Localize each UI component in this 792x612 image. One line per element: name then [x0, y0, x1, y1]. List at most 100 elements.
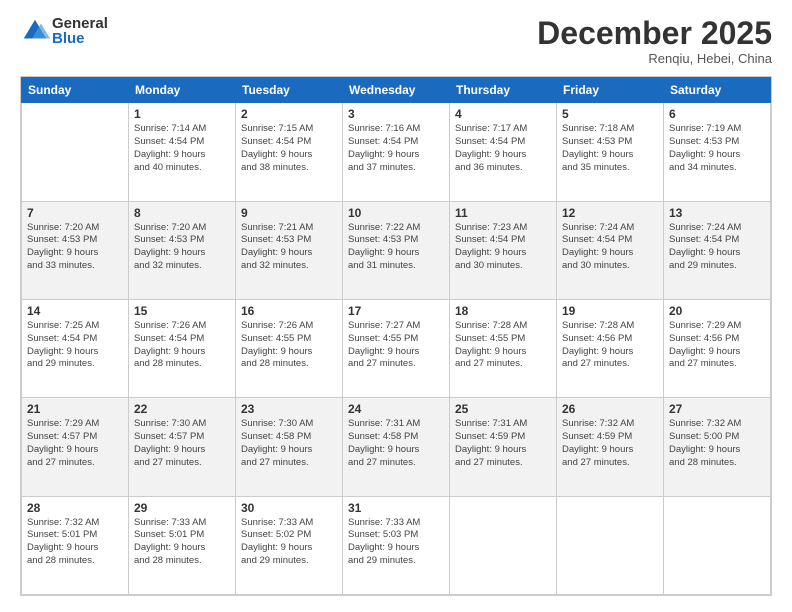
day-number: 5: [562, 107, 658, 121]
logo: General Blue: [20, 16, 108, 46]
table-row: 7 Sunrise: 7:20 AM Sunset: 4:53 PM Daylig…: [22, 201, 129, 299]
calendar-header-row: Sunday Monday Tuesday Wednesday Thursday…: [22, 78, 771, 103]
day-info: Sunrise: 7:29 AM Sunset: 4:57 PM Dayligh…: [27, 418, 123, 469]
table-row: 18 Sunrise: 7:28 AM Sunset: 4:55 PM Dayli…: [450, 299, 557, 397]
week-row-3: 14Sunrise: 7:25 AM Sunset: 4:54 PM Dayli…: [22, 299, 771, 397]
table-row: 20Sunrise: 7:29 AM Sunset: 4:56 PM Dayli…: [664, 299, 771, 397]
day-info: Sunrise: 7:29 AM Sunset: 4:56 PM Dayligh…: [669, 320, 765, 371]
logo-blue: Blue: [52, 31, 108, 46]
table-row: 17 Sunrise: 7:27 AM Sunset: 4:55 PM Dayli…: [343, 299, 450, 397]
table-row: 26 Sunrise: 7:32 AM Sunset: 4:59 PM Dayli…: [557, 398, 664, 496]
col-friday: Friday: [557, 78, 664, 103]
col-thursday: Thursday: [450, 78, 557, 103]
day-number: 19: [562, 304, 658, 318]
day-info: Sunrise: 7:18 AM Sunset: 4:53 PM Dayligh…: [562, 123, 658, 174]
table-row: 3Sunrise: 7:16 AM Sunset: 4:54 PM Daylig…: [343, 103, 450, 201]
day-info: Sunrise: 7:32 AM Sunset: 4:59 PM Dayligh…: [562, 418, 658, 469]
day-number: 13: [669, 206, 765, 220]
table-row: 4Sunrise: 7:17 AM Sunset: 4:54 PM Daylig…: [450, 103, 557, 201]
day-info: Sunrise: 7:16 AM Sunset: 4:54 PM Dayligh…: [348, 123, 444, 174]
day-info: Sunrise: 7:19 AM Sunset: 4:53 PM Dayligh…: [669, 123, 765, 174]
day-number: 10: [348, 206, 444, 220]
day-number: 23: [241, 402, 337, 416]
table-row: 30 Sunrise: 7:33 AM Sunset: 5:02 PM Dayli…: [236, 496, 343, 594]
table-row: 2Sunrise: 7:15 AM Sunset: 4:54 PM Daylig…: [236, 103, 343, 201]
week-row-2: 7 Sunrise: 7:20 AM Sunset: 4:53 PM Daylig…: [22, 201, 771, 299]
day-info: Sunrise: 7:31 AM Sunset: 4:59 PM Dayligh…: [455, 418, 551, 469]
table-row: 9 Sunrise: 7:21 AM Sunset: 4:53 PM Daylig…: [236, 201, 343, 299]
day-number: 24: [348, 402, 444, 416]
table-row: 12 Sunrise: 7:24 AM Sunset: 4:54 PM Dayli…: [557, 201, 664, 299]
day-number: 17: [348, 304, 444, 318]
title-block: December 2025 Renqiu, Hebei, China: [537, 16, 772, 66]
table-row: 11Sunrise: 7:23 AM Sunset: 4:54 PM Dayli…: [450, 201, 557, 299]
table-row: [557, 496, 664, 594]
day-number: 6: [669, 107, 765, 121]
day-info: Sunrise: 7:14 AM Sunset: 4:54 PM Dayligh…: [134, 123, 230, 174]
table-row: 24Sunrise: 7:31 AM Sunset: 4:58 PM Dayli…: [343, 398, 450, 496]
table-row: 15 Sunrise: 7:26 AM Sunset: 4:54 PM Dayli…: [129, 299, 236, 397]
header: General Blue December 2025 Renqiu, Hebei…: [20, 16, 772, 66]
table-row: 23 Sunrise: 7:30 AM Sunset: 4:58 PM Dayli…: [236, 398, 343, 496]
day-number: 9: [241, 206, 337, 220]
day-info: Sunrise: 7:28 AM Sunset: 4:55 PM Dayligh…: [455, 320, 551, 371]
day-number: 27: [669, 402, 765, 416]
table-row: 27 Sunrise: 7:32 AM Sunset: 5:00 PM Dayli…: [664, 398, 771, 496]
day-info: Sunrise: 7:27 AM Sunset: 4:55 PM Dayligh…: [348, 320, 444, 371]
table-row: 21 Sunrise: 7:29 AM Sunset: 4:57 PM Dayli…: [22, 398, 129, 496]
page: General Blue December 2025 Renqiu, Hebei…: [0, 0, 792, 612]
day-info: Sunrise: 7:24 AM Sunset: 4:54 PM Dayligh…: [562, 222, 658, 273]
day-info: Sunrise: 7:33 AM Sunset: 5:02 PM Dayligh…: [241, 517, 337, 568]
day-info: Sunrise: 7:32 AM Sunset: 5:00 PM Dayligh…: [669, 418, 765, 469]
day-number: 21: [27, 402, 123, 416]
table-row: 29Sunrise: 7:33 AM Sunset: 5:01 PM Dayli…: [129, 496, 236, 594]
col-sunday: Sunday: [22, 78, 129, 103]
table-row: 16Sunrise: 7:26 AM Sunset: 4:55 PM Dayli…: [236, 299, 343, 397]
day-info: Sunrise: 7:30 AM Sunset: 4:57 PM Dayligh…: [134, 418, 230, 469]
table-row: 5 Sunrise: 7:18 AM Sunset: 4:53 PM Daylig…: [557, 103, 664, 201]
day-info: Sunrise: 7:33 AM Sunset: 5:03 PM Dayligh…: [348, 517, 444, 568]
week-row-5: 28Sunrise: 7:32 AM Sunset: 5:01 PM Dayli…: [22, 496, 771, 594]
day-number: 1: [134, 107, 230, 121]
day-info: Sunrise: 7:23 AM Sunset: 4:54 PM Dayligh…: [455, 222, 551, 273]
week-row-4: 21 Sunrise: 7:29 AM Sunset: 4:57 PM Dayli…: [22, 398, 771, 496]
day-info: Sunrise: 7:22 AM Sunset: 4:53 PM Dayligh…: [348, 222, 444, 273]
col-monday: Monday: [129, 78, 236, 103]
calendar-table: Sunday Monday Tuesday Wednesday Thursday…: [21, 77, 771, 595]
day-number: 7: [27, 206, 123, 220]
day-info: Sunrise: 7:30 AM Sunset: 4:58 PM Dayligh…: [241, 418, 337, 469]
table-row: 25 Sunrise: 7:31 AM Sunset: 4:59 PM Dayli…: [450, 398, 557, 496]
logo-general: General: [52, 16, 108, 31]
day-info: Sunrise: 7:24 AM Sunset: 4:54 PM Dayligh…: [669, 222, 765, 273]
table-row: [22, 103, 129, 201]
day-info: Sunrise: 7:20 AM Sunset: 4:53 PM Dayligh…: [27, 222, 123, 273]
day-number: 8: [134, 206, 230, 220]
table-row: 8Sunrise: 7:20 AM Sunset: 4:53 PM Daylig…: [129, 201, 236, 299]
table-row: 1 Sunrise: 7:14 AM Sunset: 4:54 PM Daylig…: [129, 103, 236, 201]
table-row: 31 Sunrise: 7:33 AM Sunset: 5:03 PM Dayli…: [343, 496, 450, 594]
day-info: Sunrise: 7:21 AM Sunset: 4:53 PM Dayligh…: [241, 222, 337, 273]
day-number: 31: [348, 501, 444, 515]
day-number: 29: [134, 501, 230, 515]
day-number: 18: [455, 304, 551, 318]
location-subtitle: Renqiu, Hebei, China: [537, 51, 772, 66]
day-number: 25: [455, 402, 551, 416]
table-row: [664, 496, 771, 594]
day-number: 15: [134, 304, 230, 318]
day-number: 14: [27, 304, 123, 318]
day-info: Sunrise: 7:26 AM Sunset: 4:54 PM Dayligh…: [134, 320, 230, 371]
day-number: 26: [562, 402, 658, 416]
day-number: 30: [241, 501, 337, 515]
table-row: 13 Sunrise: 7:24 AM Sunset: 4:54 PM Dayli…: [664, 201, 771, 299]
table-row: 22Sunrise: 7:30 AM Sunset: 4:57 PM Dayli…: [129, 398, 236, 496]
day-number: 12: [562, 206, 658, 220]
col-tuesday: Tuesday: [236, 78, 343, 103]
table-row: [450, 496, 557, 594]
day-info: Sunrise: 7:15 AM Sunset: 4:54 PM Dayligh…: [241, 123, 337, 174]
day-info: Sunrise: 7:32 AM Sunset: 5:01 PM Dayligh…: [27, 517, 123, 568]
logo-text: General Blue: [52, 16, 108, 46]
day-number: 16: [241, 304, 337, 318]
week-row-1: 1 Sunrise: 7:14 AM Sunset: 4:54 PM Daylig…: [22, 103, 771, 201]
col-saturday: Saturday: [664, 78, 771, 103]
col-wednesday: Wednesday: [343, 78, 450, 103]
